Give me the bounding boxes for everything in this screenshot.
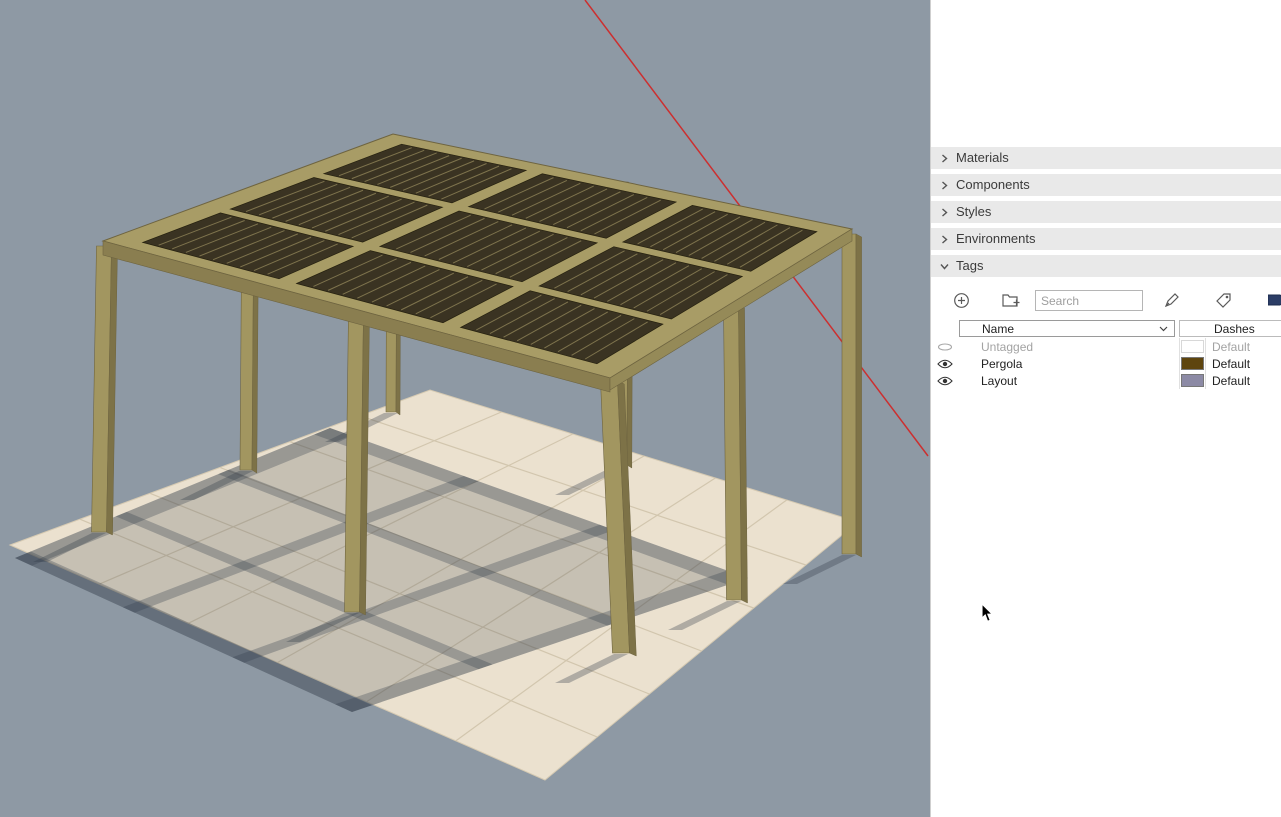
dashes-column-header[interactable]: Dashes	[1179, 320, 1281, 337]
tray-section-styles[interactable]: Styles	[931, 201, 1281, 223]
tags-panel: Name Dashes Untagged Default	[931, 282, 1281, 389]
tags-toolbar	[931, 285, 1281, 316]
chevron-right-icon	[942, 180, 948, 190]
tray-empty-area	[931, 0, 1281, 147]
eye-icon	[937, 376, 953, 385]
tag-color-swatch	[1181, 340, 1204, 353]
pergola-scene	[0, 0, 930, 817]
purge-icon	[1268, 294, 1281, 306]
section-label: Environments	[956, 231, 1036, 246]
tag-color-cell[interactable]	[1179, 372, 1206, 389]
tag-color-cell[interactable]	[1179, 355, 1206, 372]
eye-closed-icon	[937, 342, 953, 351]
section-label: Components	[956, 177, 1030, 192]
section-label: Materials	[956, 150, 1009, 165]
tag-dashes[interactable]: Default	[1206, 374, 1281, 388]
edit-pencil-button[interactable]	[1164, 292, 1180, 308]
tag-row-layout: Layout Default	[931, 372, 1281, 389]
dashes-column-label: Dashes	[1214, 321, 1255, 336]
name-column-label: Name	[982, 321, 1015, 336]
tag-row-pergola: Pergola Default	[931, 355, 1281, 372]
tags-table-header: Name Dashes	[931, 319, 1281, 338]
add-tag-button[interactable]	[953, 292, 970, 309]
tag-icon	[1216, 293, 1231, 308]
right-tray-panel: Materials Components Styles Environments…	[930, 0, 1281, 817]
details-menu-button[interactable]	[1268, 292, 1281, 308]
circle-plus-icon	[954, 293, 969, 308]
tray-section-materials[interactable]: Materials	[931, 147, 1281, 169]
tag-color-cell[interactable]	[1179, 338, 1206, 355]
pencil-icon	[1164, 293, 1179, 308]
tag-name[interactable]: Pergola	[959, 357, 1175, 371]
tag-row-untagged: Untagged Default	[931, 338, 1281, 355]
visibility-toggle[interactable]	[931, 342, 959, 352]
tag-dashes[interactable]: Default	[1206, 357, 1281, 371]
section-label: Tags	[956, 258, 984, 273]
tag-color-swatch	[1181, 357, 1204, 370]
tag-name[interactable]: Untagged	[959, 340, 1175, 354]
tag-name[interactable]: Layout	[959, 374, 1175, 388]
section-label: Styles	[956, 204, 992, 219]
tag-search-input[interactable]	[1035, 290, 1143, 311]
tray-section-environments[interactable]: Environments	[931, 228, 1281, 250]
3d-viewport[interactable]	[0, 0, 930, 817]
add-tag-folder-button[interactable]	[1002, 292, 1021, 308]
tags-table: Name Dashes Untagged Default Pergola Def…	[931, 319, 1281, 389]
sketchup-window: Materials Components Styles Environments…	[0, 0, 1281, 817]
name-column-header[interactable]: Name	[959, 320, 1175, 337]
tray-section-components[interactable]: Components	[931, 174, 1281, 196]
tray-section-tags[interactable]: Tags	[931, 255, 1281, 277]
chevron-down-icon	[940, 263, 949, 270]
folder-plus-icon	[1002, 294, 1020, 307]
chevron-down-icon	[1159, 326, 1168, 331]
eye-icon	[937, 359, 953, 368]
visibility-toggle[interactable]	[931, 359, 959, 369]
chevron-right-icon	[942, 153, 948, 163]
chevron-right-icon	[942, 207, 948, 217]
visibility-toggle[interactable]	[931, 376, 959, 386]
chevron-right-icon	[942, 234, 948, 244]
tag-tool-button[interactable]	[1215, 292, 1232, 308]
tag-dashes[interactable]: Default	[1206, 340, 1281, 354]
tag-color-swatch	[1181, 374, 1204, 387]
